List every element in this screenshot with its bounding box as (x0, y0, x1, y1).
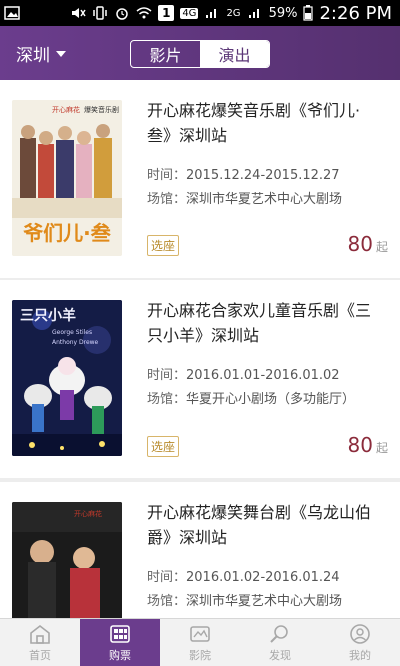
poster-logo-text: 开心麻花 (52, 105, 80, 114)
price-value: 80 (347, 232, 373, 256)
signal-icon-2 (248, 9, 259, 18)
nav-label: 购票 (109, 648, 131, 662)
time-value: 2015.12.24-2015.12.27 (186, 168, 340, 183)
network-2g-label: 2G (226, 7, 241, 19)
poster-title-text: 三只小羊 (20, 307, 76, 324)
show-list: 爷们儿·叁 开心麻花 爆笑音乐剧 开心麻花爆笑音乐剧《爷们儿·叁》深圳站 时间：… (0, 80, 400, 618)
venue-value: 深圳市华夏艺术中心大剧场 (186, 192, 343, 207)
poster-title-text: 爷们儿·叁 (23, 221, 112, 245)
show-venue: 场馆：华夏开心小剧场（多功能厅） (147, 388, 355, 407)
venue-value: 华夏开心小剧场（多功能厅） (186, 392, 356, 407)
poster-art-image: 开心麻花 (12, 502, 122, 618)
mute-icon (72, 8, 86, 18)
price-value: 80 (347, 433, 373, 457)
battery-icon (303, 5, 314, 21)
venue-value: 深圳市华夏艺术中心大剧场 (186, 594, 343, 609)
show-poster: 爷们儿·叁 开心麻花 爆笑音乐剧 (12, 100, 122, 256)
bottom-nav: 首页 购票 影院 发现 我的 (0, 618, 400, 666)
show-time: 时间：2016.01.01-2016.01.02 (147, 364, 340, 383)
vibrate-icon (93, 6, 108, 20)
tab-shows[interactable]: 演出 (200, 41, 269, 67)
price: 80 起 (348, 433, 388, 457)
time-label: 时间： (147, 570, 187, 585)
nav-label: 首页 (29, 648, 51, 662)
nav-label: 我的 (349, 648, 371, 662)
status-bar: 1 4G 2G 59% 2:26 PM (0, 0, 400, 26)
city-label: 深圳 (16, 46, 50, 66)
nav-label: 发现 (269, 648, 291, 662)
show-venue: 场馆：深圳市华夏艺术中心大剧场 (147, 188, 342, 207)
wifi-icon (136, 7, 152, 19)
time-value: 2016.01.01-2016.01.02 (186, 368, 340, 383)
show-title: 开心麻花合家欢儿童音乐剧《三只小羊》深圳站 (147, 301, 372, 345)
show-card[interactable]: 三只小羊 George Stiles Anthony Drewe 开心麻花合家欢… (0, 280, 400, 478)
time-value: 2016.01.02-2016.01.24 (186, 570, 340, 585)
poster-subtitle-text: 爆笑音乐剧 (84, 105, 119, 114)
show-title: 开心麻花爆笑舞台剧《乌龙山伯爵》深圳站 (147, 503, 372, 547)
caret-down-icon (56, 50, 66, 57)
sim-indicator: 1 (158, 5, 175, 21)
nav-label: 影院 (189, 648, 211, 662)
poster-credit-1: George Stiles (52, 329, 92, 336)
venue-label: 场馆： (147, 192, 187, 207)
nav-home[interactable]: 首页 (0, 619, 80, 666)
network-4g-label: 4G (180, 7, 199, 19)
show-poster: 开心麻花 (12, 502, 122, 618)
home-icon (30, 624, 50, 644)
poster-logo-text: 开心麻花 (74, 509, 102, 518)
tab-movies[interactable]: 影片 (131, 41, 200, 67)
city-selector[interactable]: 深圳 (16, 41, 66, 66)
top-bar: 深圳 影片 演出 (0, 26, 400, 80)
poster-art-image: 爷们儿·叁 开心麻花 爆笑音乐剧 (12, 100, 122, 256)
show-time: 时间：2015.12.24-2015.12.27 (147, 164, 340, 183)
show-venue: 场馆：深圳市华夏艺术中心大剧场 (147, 590, 342, 609)
show-card[interactable]: 爷们儿·叁 开心麻花 爆笑音乐剧 开心麻花爆笑音乐剧《爷们儿·叁》深圳站 时间：… (0, 80, 400, 278)
venue-label: 场馆： (147, 392, 187, 407)
gallery-icon (4, 6, 20, 20)
show-card[interactable]: 开心麻花 开心麻花爆笑舞台剧《乌龙山伯爵》深圳站 时间：2016.01.02-2… (0, 482, 400, 618)
seat-select-badge: 选座 (147, 436, 180, 457)
show-title: 开心麻花爆笑音乐剧《爷们儿·叁》深圳站 (147, 101, 361, 145)
nav-discover[interactable]: 发现 (240, 619, 320, 666)
battery-percent: 59% (268, 5, 298, 21)
price-suffix: 起 (375, 240, 388, 254)
time-label: 时间： (147, 168, 187, 183)
nav-cinema[interactable]: 影院 (160, 619, 240, 666)
price-suffix: 起 (375, 441, 388, 455)
price: 80 起 (348, 232, 388, 256)
time-label: 时间： (147, 368, 187, 383)
profile-icon (350, 623, 370, 644)
alarm-icon (116, 8, 129, 20)
show-poster: 三只小羊 George Stiles Anthony Drewe (12, 300, 122, 456)
clock: 2:26 PM (319, 2, 392, 24)
poster-art-image: 三只小羊 George Stiles Anthony Drewe (12, 300, 122, 456)
cinema-icon (190, 625, 210, 642)
signal-icon (206, 9, 217, 18)
seat-select-badge: 选座 (147, 235, 180, 256)
poster-credit-2: Anthony Drewe (52, 339, 99, 346)
nav-tickets[interactable]: 购票 (80, 619, 160, 666)
discover-icon (270, 624, 288, 643)
nav-profile[interactable]: 我的 (320, 619, 400, 666)
show-time: 时间：2016.01.02-2016.01.24 (147, 566, 340, 585)
ticket-grid-icon (110, 624, 130, 643)
category-toggle: 影片 演出 (130, 40, 270, 68)
venue-label: 场馆： (147, 594, 187, 609)
